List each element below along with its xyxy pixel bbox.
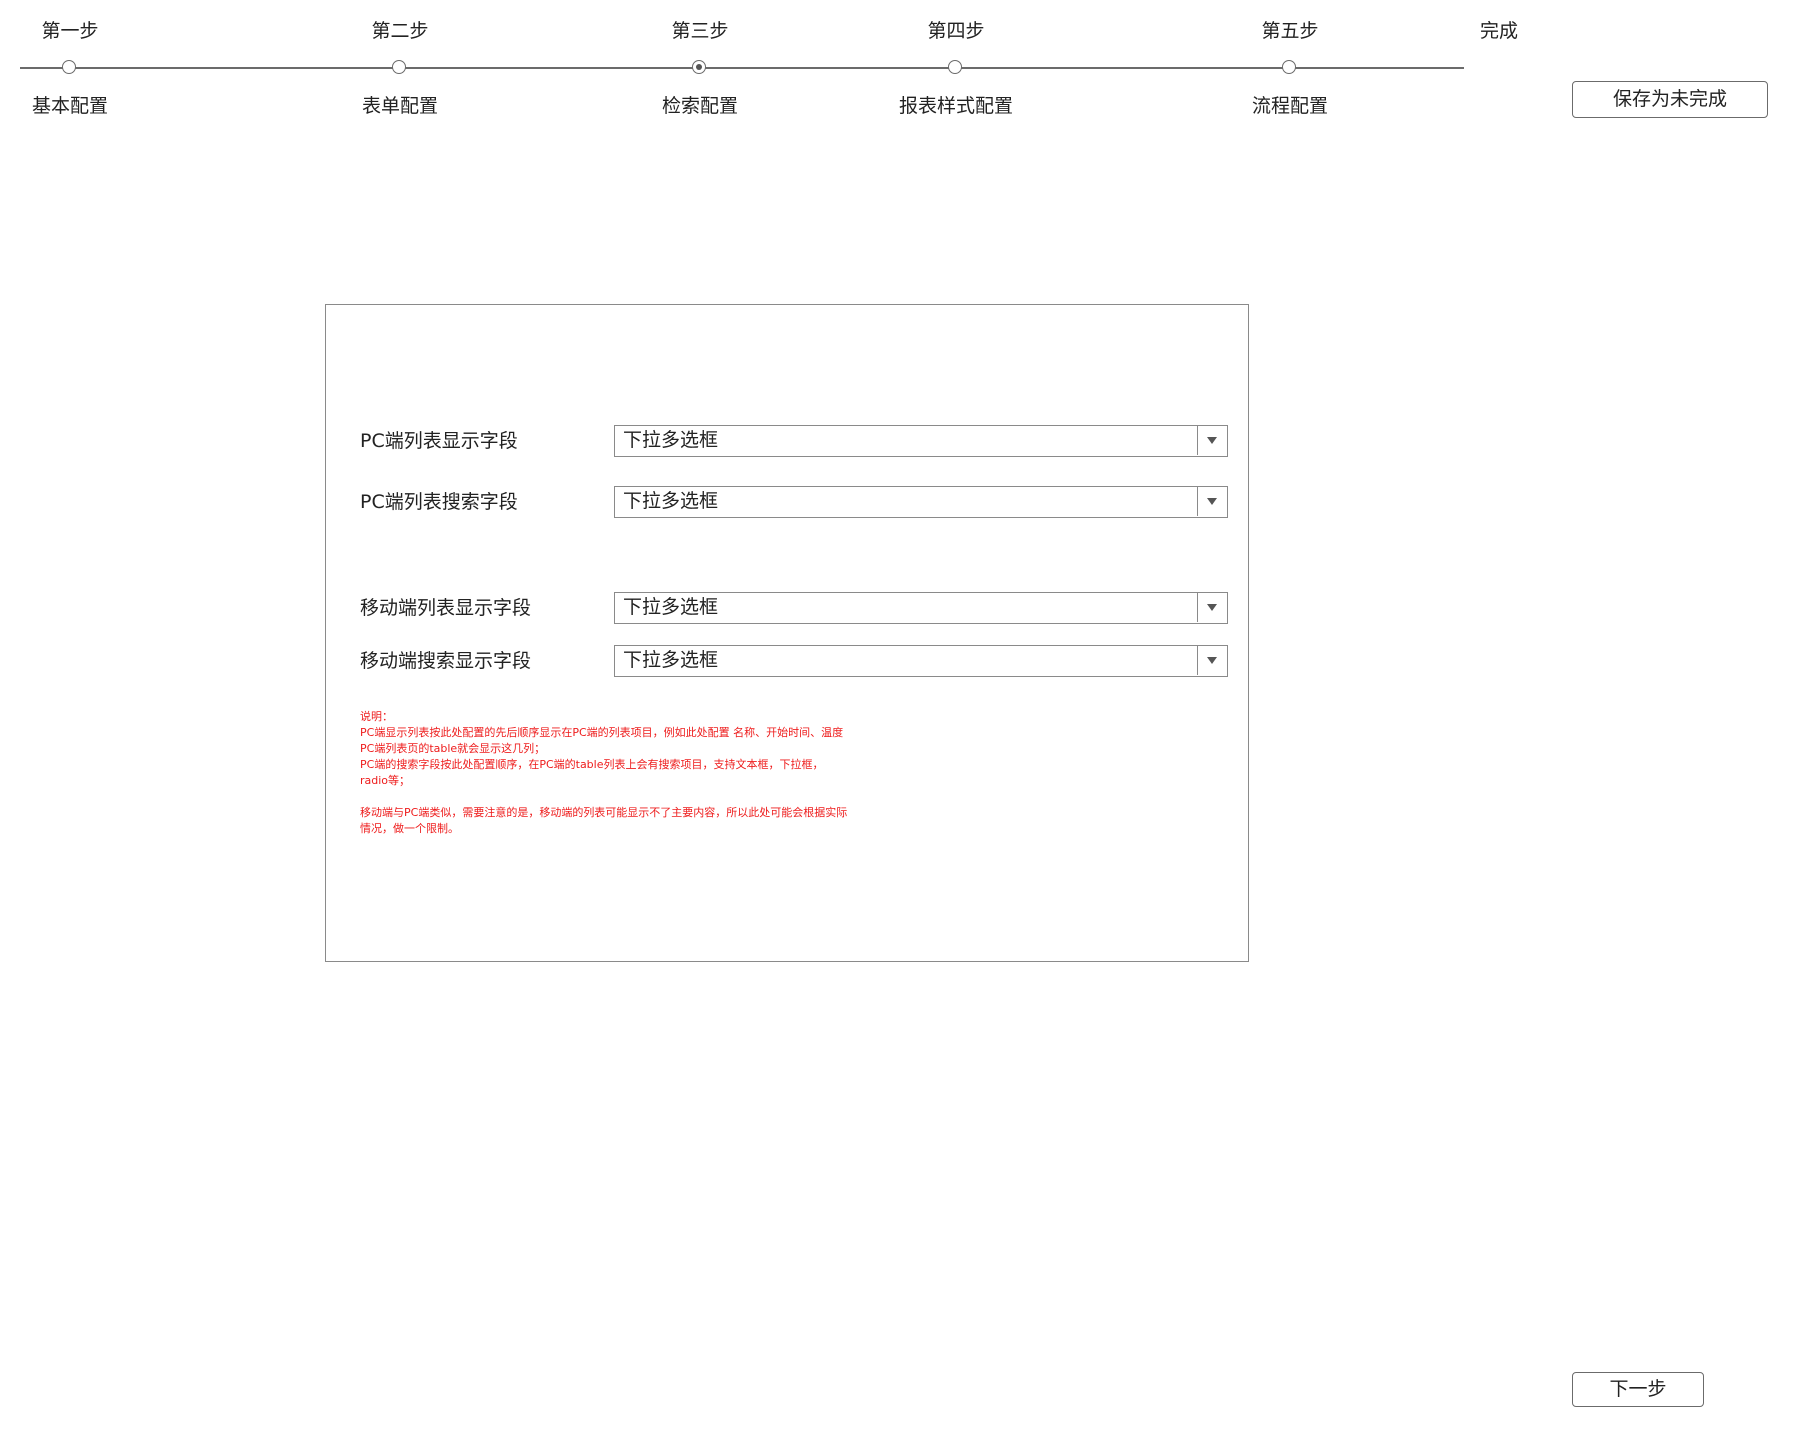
step-title: 第二步 xyxy=(371,20,429,42)
step-radio-icon[interactable] xyxy=(392,60,406,74)
step-finish-label: 完成 xyxy=(1480,20,1519,42)
step-title: 第四步 xyxy=(927,20,985,42)
step-title: 第一步 xyxy=(41,20,99,42)
step-radio-icon[interactable] xyxy=(62,60,76,74)
form-row-mobile-list-display: 移动端列表显示字段 下拉多选框 xyxy=(326,592,1246,624)
field-label: 移动端搜索显示字段 xyxy=(360,650,532,672)
save-as-incomplete-button[interactable]: 保存为未完成 xyxy=(1572,81,1768,118)
step-radio-icon[interactable] xyxy=(1282,60,1296,74)
select-value: 下拉多选框 xyxy=(623,429,719,451)
config-instructions-note: 说明： PC端显示列表按此处配置的先后顺序显示在PC端的列表项目，例如此处配置 … xyxy=(360,710,848,835)
select-value: 下拉多选框 xyxy=(623,490,719,512)
select-value: 下拉多选框 xyxy=(623,649,719,671)
field-label: PC端列表搜索字段 xyxy=(360,491,518,513)
step-title: 第三步 xyxy=(671,20,729,42)
search-config-panel: PC端列表显示字段 下拉多选框 PC端列表搜索字段 下拉多选框 移动端列表显示字… xyxy=(325,304,1249,962)
mobile-list-display-multiselect[interactable]: 下拉多选框 xyxy=(614,592,1228,624)
form-row-pc-list-search: PC端列表搜索字段 下拉多选框 xyxy=(326,486,1246,518)
dropdown-arrow-icon[interactable] xyxy=(1197,487,1227,516)
dropdown-arrow-icon[interactable] xyxy=(1197,646,1227,675)
step-label: 表单配置 xyxy=(361,95,438,117)
pc-list-search-multiselect[interactable]: 下拉多选框 xyxy=(614,486,1228,518)
step-3-search-config[interactable]: 第三步 检索配置 xyxy=(600,0,800,130)
step-label: 报表样式配置 xyxy=(898,95,1013,117)
field-label: PC端列表显示字段 xyxy=(360,430,518,452)
step-5-flow-config[interactable]: 第五步 流程配置 xyxy=(1190,0,1390,130)
dropdown-arrow-icon[interactable] xyxy=(1197,593,1227,622)
field-label: 移动端列表显示字段 xyxy=(360,597,532,619)
pc-list-display-multiselect[interactable]: 下拉多选框 xyxy=(614,425,1228,457)
mobile-search-display-multiselect[interactable]: 下拉多选框 xyxy=(614,645,1228,677)
form-row-mobile-search-display: 移动端搜索显示字段 下拉多选框 xyxy=(326,645,1246,677)
step-radio-icon[interactable] xyxy=(948,60,962,74)
form-row-pc-list-display: PC端列表显示字段 下拉多选框 xyxy=(326,425,1246,457)
step-label: 基本配置 xyxy=(31,95,108,117)
wizard-stepper: 第一步 基本配置 第二步 表单配置 第三步 检索配置 第四步 报表样式配置 第五… xyxy=(0,0,1560,130)
step-radio-selected-icon[interactable] xyxy=(692,60,706,74)
step-title: 第五步 xyxy=(1261,20,1319,42)
step-2-form-config[interactable]: 第二步 表单配置 xyxy=(300,0,500,130)
step-label: 流程配置 xyxy=(1251,95,1328,117)
step-1-basic-config[interactable]: 第一步 基本配置 xyxy=(0,0,170,130)
select-value: 下拉多选框 xyxy=(623,596,719,618)
next-step-button[interactable]: 下一步 xyxy=(1572,1372,1704,1407)
step-4-report-style-config[interactable]: 第四步 报表样式配置 xyxy=(856,0,1056,130)
dropdown-arrow-icon[interactable] xyxy=(1197,426,1227,455)
step-label: 检索配置 xyxy=(661,95,738,117)
